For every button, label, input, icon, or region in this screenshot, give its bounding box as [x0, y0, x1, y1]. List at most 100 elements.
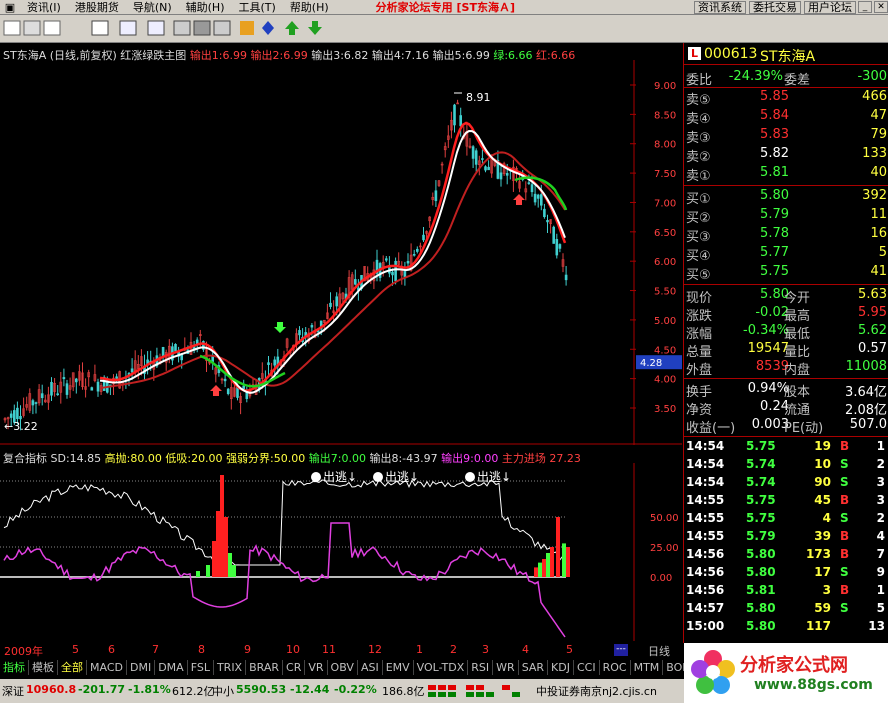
- tab-12[interactable]: ASI: [358, 660, 383, 675]
- current-price-label: 4.28: [640, 358, 662, 369]
- trade-count: 1: [876, 583, 885, 597]
- move-icon[interactable]: [262, 21, 274, 35]
- tab-16[interactable]: WR: [493, 660, 519, 675]
- trade-time: 14:54: [686, 439, 725, 453]
- menu-help[interactable]: 帮助(H): [283, 0, 336, 15]
- y-tick-label: 6.50: [654, 228, 676, 239]
- ind-white-line: [3, 478, 566, 566]
- buy-row[interactable]: 买② 5.79 11: [684, 207, 888, 226]
- trade-price: 5.74: [746, 457, 776, 471]
- buy-arrow-icon: [210, 385, 222, 396]
- stat-row: 现价 5.80 今开 5.63: [684, 287, 888, 306]
- tab-7[interactable]: TRIX: [214, 660, 247, 675]
- tab-6[interactable]: FSL: [188, 660, 214, 675]
- indicator-chart[interactable]: 50.00 25.00 0.00 出逃↓ 出逃↓ 出逃↓: [0, 463, 682, 641]
- trade-price: 5.80: [746, 565, 776, 579]
- candle-body: [533, 193, 537, 203]
- y-tick-label: 4.50: [654, 345, 676, 356]
- minimize-icon[interactable]: _: [858, 1, 872, 13]
- tab-19[interactable]: CCI: [574, 660, 600, 675]
- sell-row[interactable]: 卖④ 5.84 47: [684, 108, 888, 127]
- menu-navigate[interactable]: 导航(N): [126, 0, 179, 15]
- candle-body: [273, 359, 277, 366]
- trade-time: 15:00: [686, 619, 725, 633]
- trade-price: 5.80: [746, 619, 776, 633]
- ind-tick-label: 50.00: [650, 513, 679, 524]
- scroll-indicator[interactable]: ---: [614, 644, 628, 656]
- tool-icon[interactable]: [193, 20, 211, 36]
- tab-2[interactable]: 全部: [58, 660, 87, 675]
- tab-3[interactable]: MACD: [87, 660, 127, 675]
- tab-5[interactable]: DMA: [155, 660, 188, 675]
- menu-info[interactable]: 资讯(I): [20, 0, 68, 15]
- indicator-tabs: 指标 模板 全部 MACD DMI DMA FSL TRIX BRAR CR VR OBV ASI EMV…: [0, 659, 726, 676]
- buy-label: 买⑤: [686, 268, 711, 283]
- trade-side: S: [840, 601, 849, 615]
- tab-14[interactable]: VOL-TDX: [414, 660, 469, 675]
- tab-13[interactable]: EMV: [383, 660, 414, 675]
- trade-count: 9: [876, 565, 885, 579]
- pencil-icon[interactable]: [240, 21, 254, 35]
- menu-hk-futures[interactable]: 港股期货: [68, 0, 126, 15]
- trade-count: 5: [876, 601, 885, 615]
- tab-1[interactable]: 模板: [29, 660, 58, 675]
- tab-20[interactable]: ROC: [600, 660, 631, 675]
- rsi-icon[interactable]: [119, 20, 137, 36]
- menu-tools[interactable]: 工具(T): [232, 0, 283, 15]
- candle-body: [62, 377, 66, 380]
- sell-row[interactable]: 卖② 5.82 133: [684, 146, 888, 165]
- sell-volume: 47: [870, 108, 887, 123]
- chart-icon[interactable]: [91, 20, 109, 36]
- trade-price: 5.75: [746, 511, 776, 525]
- tab-8[interactable]: BRAR: [246, 660, 284, 675]
- tab-10[interactable]: VR: [305, 660, 328, 675]
- grid-icon[interactable]: [147, 20, 165, 36]
- weibi-value: -24.39%: [728, 69, 783, 84]
- forum-button[interactable]: 用户论坛: [804, 0, 856, 14]
- tab-4[interactable]: DMI: [127, 660, 156, 675]
- sell-volume: 133: [862, 146, 887, 161]
- ind-magenta-line: [3, 522, 566, 638]
- tab-9[interactable]: CR: [283, 660, 306, 675]
- up-arrow-icon[interactable]: [285, 21, 299, 35]
- buy-row[interactable]: 买③ 5.78 16: [684, 226, 888, 245]
- buy-row[interactable]: 买④ 5.77 5: [684, 245, 888, 264]
- tab-17[interactable]: SAR: [519, 660, 549, 675]
- search-icon[interactable]: [173, 20, 191, 36]
- sell-row[interactable]: 卖③ 5.83 79: [684, 127, 888, 146]
- sell-row[interactable]: 卖⑤ 5.85 466: [684, 89, 888, 108]
- info-system-button[interactable]: 资讯系统: [694, 0, 746, 14]
- close-icon[interactable]: ✕: [874, 1, 888, 13]
- quote-panel: L 000613 ST东海A 委比 -24.39% 委差 -300 卖⑤ 5.85…: [683, 43, 888, 643]
- low-label: ←3.22: [4, 420, 38, 433]
- candle-body: [546, 220, 549, 223]
- buy-row[interactable]: 买① 5.80 392: [684, 188, 888, 207]
- icon-tb2[interactable]: [23, 20, 41, 36]
- drag-icon[interactable]: [213, 20, 231, 36]
- date-axis: 2009年 5 6 7 8 9 10 11 12 1 2 3 4 5 --- 日…: [0, 643, 682, 659]
- app-icon[interactable]: ▣: [2, 1, 18, 14]
- candle-body: [329, 302, 332, 307]
- zx-label: 中小: [212, 685, 234, 698]
- buy-row[interactable]: 买⑤ 5.75 41: [684, 264, 888, 283]
- tab-11[interactable]: OBV: [328, 660, 358, 675]
- menu-assist[interactable]: 辅助(H): [179, 0, 232, 15]
- fund-value-2: 3.64亿: [845, 385, 887, 400]
- icon-tb3[interactable]: [43, 20, 61, 36]
- fund-label-2: 流通: [784, 403, 811, 418]
- down-arrow-icon[interactable]: [308, 21, 322, 35]
- tab-15[interactable]: RSI: [468, 660, 494, 675]
- period-label[interactable]: 日线: [648, 643, 670, 659]
- fund-label: 换手: [686, 385, 713, 400]
- sell-row[interactable]: 卖① 5.81 40: [684, 165, 888, 184]
- icon-tb1[interactable]: [3, 20, 21, 36]
- trade-button[interactable]: 委托交易: [749, 0, 801, 14]
- sell-volume: 466: [862, 89, 887, 104]
- tab-18[interactable]: KDJ: [548, 660, 574, 675]
- price-chart[interactable]: 9.00 8.50 8.00 7.50 7.00 6.50 6.00 5.50 5.00 4.50…: [0, 60, 682, 445]
- tab-21[interactable]: MTM: [631, 660, 664, 675]
- sell-label: 卖②: [686, 150, 711, 165]
- tab-0[interactable]: 指标: [0, 660, 29, 675]
- trade-row: 14:56 5.81 3 B 1: [684, 583, 888, 601]
- candle-body: [412, 253, 416, 256]
